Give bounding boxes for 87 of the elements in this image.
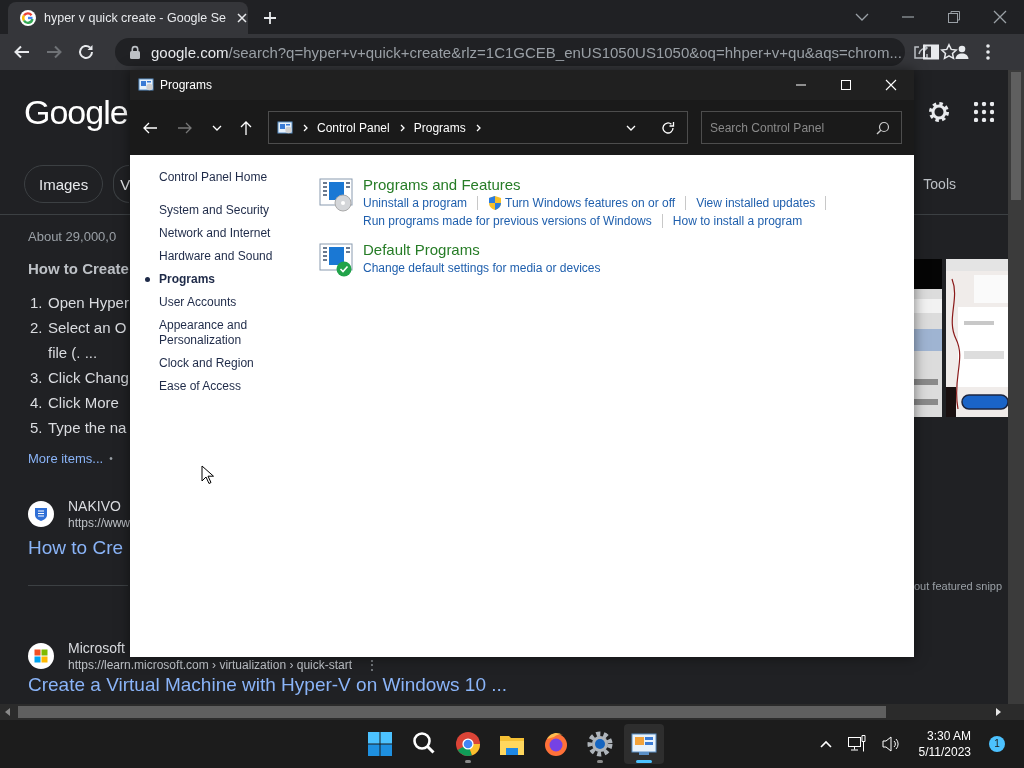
four-squares-logo-icon	[28, 643, 54, 669]
category-link[interactable]: User Accounts	[159, 295, 279, 310]
apps-grid-icon[interactable]	[974, 102, 994, 123]
bullet-icon	[145, 277, 150, 282]
task-link[interactable]: How to install a program	[672, 212, 803, 230]
task-link[interactable]: Turn Windows features on or off	[488, 194, 676, 212]
feedback-text: out featured snipp	[914, 580, 1004, 592]
taskbar-app[interactable]	[624, 724, 664, 764]
restore-icon[interactable]	[946, 9, 962, 25]
shield-icon	[488, 195, 503, 211]
shield-logo-icon	[28, 501, 54, 527]
mouse-pointer-icon	[201, 465, 215, 485]
result-url: https://www	[68, 515, 130, 531]
snippet-title: How to Create	[28, 259, 129, 279]
task-link[interactable]: Change default settings for media or devices	[363, 259, 601, 277]
step-number: 5.	[30, 418, 44, 438]
chrome-icon	[453, 729, 483, 759]
step-number: 4.	[30, 393, 44, 413]
step-text: Click More	[48, 393, 119, 413]
window-title: Programs	[160, 78, 212, 92]
star-icon[interactable]	[939, 43, 958, 61]
side-panel-icon[interactable]	[923, 44, 939, 60]
plus-icon[interactable]	[262, 10, 278, 26]
category-link[interactable]: Appearance and Personalization	[159, 318, 279, 348]
refresh-icon[interactable]	[661, 120, 675, 135]
step-text: Open Hyper	[48, 293, 129, 313]
google-logo[interactable]: Google	[24, 92, 128, 132]
control-panel-icon	[138, 77, 154, 93]
back-icon[interactable]	[13, 43, 31, 61]
result-title-link[interactable]: How to Cre	[28, 535, 124, 561]
category-link[interactable]: Hardware and Sound	[159, 249, 279, 264]
category-link[interactable]: Network and Internet	[159, 226, 279, 241]
more-items-link[interactable]: More items...	[28, 449, 104, 469]
network-icon[interactable]	[846, 734, 867, 754]
programs-check-icon	[319, 241, 353, 277]
settings-icon[interactable]	[927, 100, 951, 125]
result-title-link[interactable]: Create a Virtual Machine with Hyper-V on Windows 10 ...	[28, 673, 508, 697]
notification-badge[interactable]: 1	[989, 736, 1005, 752]
clock[interactable]: 3:30 AM 5/11/2023	[918, 728, 971, 760]
more-options-icon[interactable]: ⋮	[366, 657, 379, 673]
horizontal-scrollbar[interactable]	[0, 704, 1024, 720]
reload-icon[interactable]	[77, 43, 95, 61]
category-link[interactable]: Programs	[159, 272, 279, 287]
up-icon[interactable]	[238, 119, 254, 136]
source-name: NAKIVO	[68, 497, 122, 515]
step-text: Type the na	[48, 418, 127, 438]
windows-logo-icon	[365, 729, 395, 759]
category-link[interactable]: System and Security	[159, 203, 279, 218]
result-count: About 29,000,0	[28, 228, 117, 246]
breadcrumb-item[interactable]: Programs	[413, 120, 466, 135]
section-title-link[interactable]: Programs and Features	[363, 176, 837, 194]
browser-tab[interactable]: hyper v quick create - Google Se	[8, 2, 248, 34]
step-text: file (. ...	[48, 343, 98, 363]
result-url: https://learn.microsoft.com › virtualization › quick-start	[68, 657, 353, 673]
nav-link[interactable]: Control Panel Home	[159, 170, 319, 185]
close-icon[interactable]	[992, 9, 1008, 25]
scroll-right-icon[interactable]	[994, 708, 1002, 716]
maximize-icon[interactable]	[840, 79, 852, 91]
gear-icon	[585, 729, 615, 759]
share-icon[interactable]	[911, 43, 930, 61]
google-icon	[20, 10, 36, 26]
category-link[interactable]: Ease of Access	[159, 379, 279, 394]
search-icon[interactable]	[876, 121, 890, 135]
vertical-scrollbar[interactable]	[1008, 70, 1024, 704]
step-text: Select an O	[48, 318, 127, 338]
programs-disc-icon	[319, 176, 353, 212]
task-link[interactable]: View installed updates	[696, 194, 816, 212]
control-panel-icon	[277, 119, 293, 136]
step-number: 2.	[30, 318, 44, 338]
search-field[interactable]: Search Control Panel	[701, 111, 902, 144]
category-link[interactable]: Clock and Region	[159, 356, 279, 371]
menu-icon[interactable]	[985, 43, 991, 61]
speaker-icon[interactable]	[880, 734, 901, 754]
separator-dot: •	[109, 452, 113, 466]
chevron-right-icon[interactable]	[301, 122, 309, 133]
breadcrumb-item[interactable]: Control Panel	[317, 120, 390, 135]
section-title-link[interactable]: Default Programs	[363, 241, 601, 259]
task-link[interactable]: Run programs made for previous versions of Windows	[363, 212, 652, 230]
lock-icon[interactable]	[129, 45, 141, 59]
step-text: Click Chang	[48, 368, 129, 388]
address-box[interactable]: Control Panel Programs	[268, 111, 688, 144]
task-link[interactable]: Uninstall a program	[363, 194, 468, 212]
step-number: 3.	[30, 368, 44, 388]
step-number: 1.	[30, 293, 44, 313]
source-name: Microsoft	[68, 639, 126, 657]
scroll-left-icon[interactable]	[4, 708, 12, 716]
profile-icon[interactable]	[953, 43, 971, 61]
